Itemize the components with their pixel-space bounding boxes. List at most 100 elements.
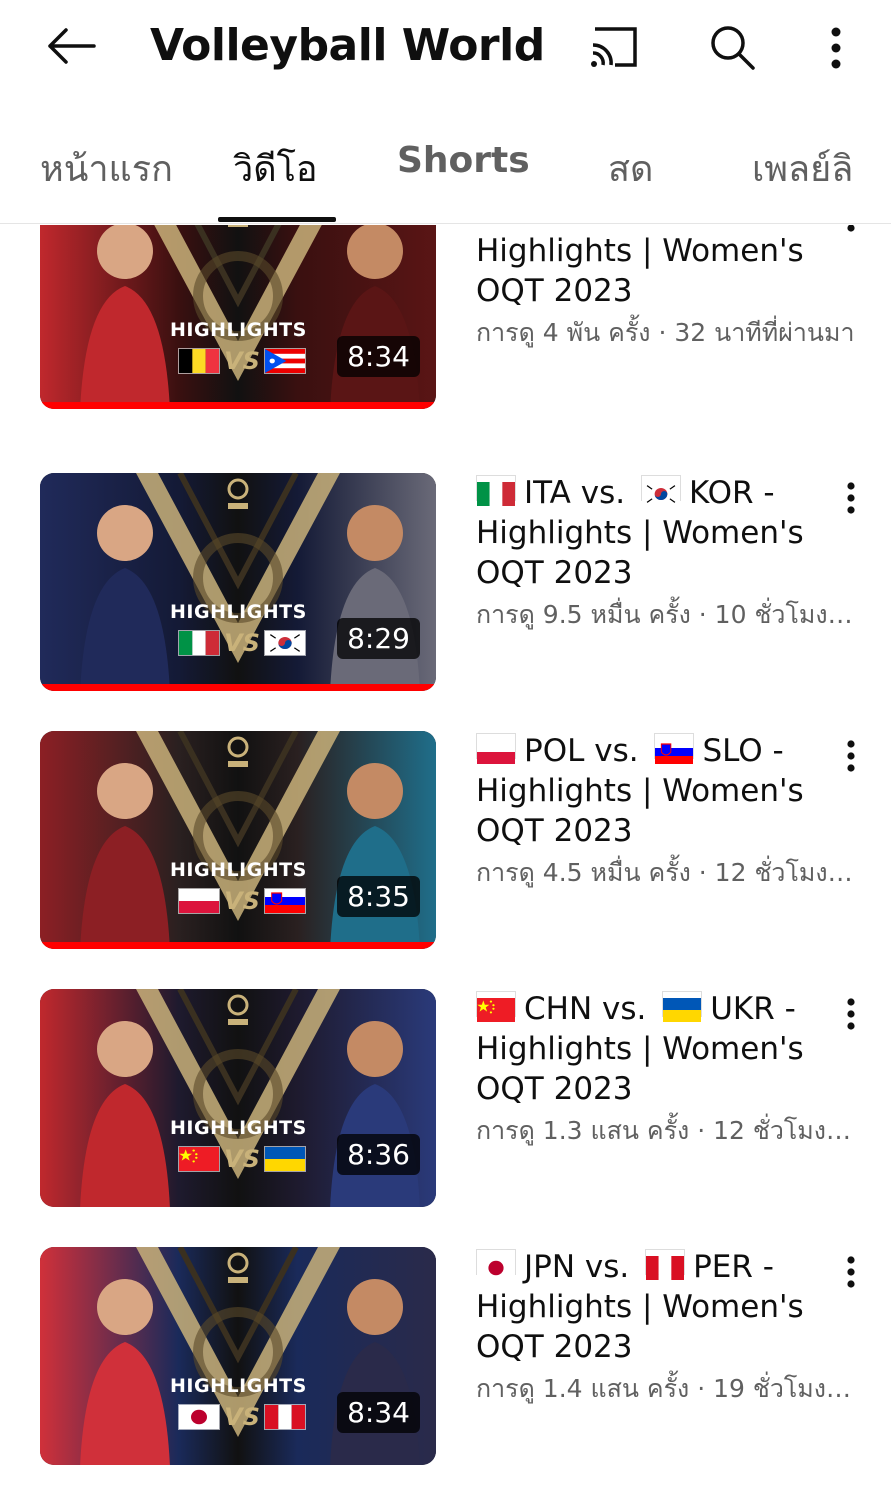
arrow-left-icon[interactable] xyxy=(40,16,100,76)
active-tab-indicator xyxy=(218,217,336,222)
video-stats: การดู 9.5 หมื่น ครั้ง · 10 ชั่วโมงที่ผ่า… xyxy=(476,600,861,629)
video-list: HIGHLIGHTS VS 8:34 BEL vs. PUR - Highlig… xyxy=(0,225,891,1500)
player-right-image xyxy=(330,1021,420,1207)
tab-shorts[interactable]: Shorts xyxy=(397,140,530,181)
team-b-flag-icon xyxy=(264,888,306,914)
video-title[interactable]: JPN vs. PER - Highlights | Women's OQT 2… xyxy=(476,1247,836,1367)
team-b-flag-icon xyxy=(264,1146,306,1172)
player-right-image xyxy=(330,505,420,691)
player-left-image xyxy=(80,1021,170,1207)
video-thumbnail[interactable]: HIGHLIGHTS VS 8:36 xyxy=(40,989,436,1207)
team-b-flag-icon xyxy=(264,1404,306,1430)
team-a-flag-icon xyxy=(476,475,516,506)
video-item[interactable]: HIGHLIGHTS VS 8:35 POL vs. SLO - Highlig… xyxy=(0,731,891,971)
fivb-logo-icon xyxy=(227,736,249,767)
video-thumbnail[interactable]: HIGHLIGHTS VS 8:35 xyxy=(40,731,436,949)
player-left-image xyxy=(80,225,170,409)
fivb-logo-icon xyxy=(227,478,249,509)
tab-videos[interactable]: วิดีโอ xyxy=(233,140,318,197)
video-meta: CHN vs. UKR - Highlights | Women's OQT 2… xyxy=(476,989,861,1151)
video-duration: 8:34 xyxy=(337,1392,420,1433)
search-icon[interactable] xyxy=(702,18,762,78)
video-item[interactable]: HIGHLIGHTS VS 8:34 JPN vs. PER - Highlig… xyxy=(0,1247,891,1487)
team-a-flag-icon xyxy=(178,348,220,374)
more-vertical-icon[interactable] xyxy=(834,731,868,781)
team-a-flag-icon xyxy=(178,630,220,656)
team-a-flag-icon xyxy=(178,1404,220,1430)
vs-label: VS xyxy=(224,347,260,375)
channel-title: Volleyball World xyxy=(150,20,545,71)
more-vertical-icon[interactable] xyxy=(834,473,868,523)
team-b-flag-icon xyxy=(640,475,681,506)
watch-progress-bar xyxy=(40,942,436,949)
video-meta: ITA vs. KOR - Highlights | Women's OQT 2… xyxy=(476,473,861,635)
video-duration: 8:36 xyxy=(337,1134,420,1175)
more-vertical-icon[interactable] xyxy=(834,225,868,241)
player-right-image xyxy=(330,1279,420,1465)
video-duration: 8:34 xyxy=(337,336,420,377)
video-meta: BEL vs. PUR - Highlights | Women's OQT 2… xyxy=(476,225,855,353)
player-left-image xyxy=(80,763,170,949)
team-b-flag-icon xyxy=(264,348,306,374)
video-title[interactable]: CHN vs. UKR - Highlights | Women's OQT 2… xyxy=(476,989,836,1109)
video-stats: การดู 4 พัน ครั้ง · 32 นาทีที่ผ่านมา xyxy=(476,318,855,347)
video-meta: JPN vs. PER - Highlights | Women's OQT 2… xyxy=(476,1247,861,1409)
video-duration: 8:29 xyxy=(337,618,420,659)
video-item[interactable]: HIGHLIGHTS VS 8:29 ITA vs. KOR - Highlig… xyxy=(0,473,891,713)
video-stats: การดู 4.5 หมื่น ครั้ง · 12 ชั่วโมงที่ผ่า… xyxy=(476,858,861,887)
matchup-flags: VS xyxy=(178,1402,306,1432)
cast-icon[interactable] xyxy=(582,18,644,78)
video-item[interactable]: HIGHLIGHTS VS 8:34 BEL vs. PUR - Highlig… xyxy=(0,225,891,431)
video-stats: การดู 1.4 แสน ครั้ง · 19 ชั่วโมงที่ผ่านม… xyxy=(476,1374,861,1403)
vs-label: VS xyxy=(224,629,260,657)
watch-progress-bar xyxy=(40,684,436,691)
player-right-image xyxy=(330,225,420,409)
watch-progress-bar xyxy=(40,402,436,409)
tab-live[interactable]: สด xyxy=(608,140,653,197)
vs-label: VS xyxy=(224,1403,260,1431)
app-bar: Volleyball World xyxy=(0,0,891,100)
video-item[interactable]: HIGHLIGHTS VS 8:36 CHN vs. UKR - Highlig… xyxy=(0,989,891,1229)
more-vertical-icon[interactable] xyxy=(834,1247,868,1297)
matchup-flags: VS xyxy=(178,346,306,376)
video-stats: การดู 1.3 แสน ครั้ง · 12 ชั่วโมงที่ผ่านม… xyxy=(476,1116,861,1145)
player-left-image xyxy=(80,505,170,691)
channel-tabs: หน้าแรก วิดีโอ Shorts สด เพลย์ลิ xyxy=(0,100,891,224)
video-title[interactable]: ITA vs. KOR - Highlights | Women's OQT 2… xyxy=(476,473,836,593)
more-vertical-icon[interactable] xyxy=(834,989,868,1039)
video-meta: POL vs. SLO - Highlights | Women's OQT 2… xyxy=(476,731,861,893)
video-thumbnail[interactable]: HIGHLIGHTS VS 8:34 xyxy=(40,225,436,409)
video-duration: 8:35 xyxy=(337,876,420,917)
fivb-logo-icon xyxy=(228,225,248,227)
team-b-flag-icon xyxy=(264,630,306,656)
team-b-flag-icon xyxy=(645,1249,686,1280)
player-right-image xyxy=(330,763,420,949)
fivb-logo-icon xyxy=(227,1252,249,1283)
highlights-label: HIGHLIGHTS xyxy=(170,1375,307,1397)
team-a-flag-icon xyxy=(178,1146,220,1172)
team-a-flag-icon xyxy=(476,1249,516,1280)
highlights-label: HIGHLIGHTS xyxy=(170,1117,307,1139)
video-title[interactable]: BEL vs. PUR - Highlights | Women's OQT 2… xyxy=(476,225,836,311)
team-b-flag-icon xyxy=(662,991,703,1022)
vs-label: VS xyxy=(224,887,260,915)
matchup-flags: VS xyxy=(178,1144,306,1174)
video-title[interactable]: POL vs. SLO - Highlights | Women's OQT 2… xyxy=(476,731,836,851)
tab-playlists[interactable]: เพลย์ลิ xyxy=(752,140,853,197)
highlights-label: HIGHLIGHTS xyxy=(170,601,307,623)
team-a-flag-icon xyxy=(476,991,516,1022)
more-vertical-icon[interactable] xyxy=(806,18,866,78)
team-a-flag-icon xyxy=(476,733,516,764)
highlights-label: HIGHLIGHTS xyxy=(170,859,307,881)
team-b-flag-icon xyxy=(654,733,695,764)
vs-label: VS xyxy=(224,1145,260,1173)
matchup-flags: VS xyxy=(178,628,306,658)
player-left-image xyxy=(80,1279,170,1465)
video-thumbnail[interactable]: HIGHLIGHTS VS 8:34 xyxy=(40,1247,436,1465)
tab-home[interactable]: หน้าแรก xyxy=(40,140,173,197)
video-thumbnail[interactable]: HIGHLIGHTS VS 8:29 xyxy=(40,473,436,691)
team-a-flag-icon xyxy=(178,888,220,914)
matchup-flags: VS xyxy=(178,886,306,916)
fivb-logo-icon xyxy=(227,994,249,1025)
highlights-label: HIGHLIGHTS xyxy=(170,319,307,341)
